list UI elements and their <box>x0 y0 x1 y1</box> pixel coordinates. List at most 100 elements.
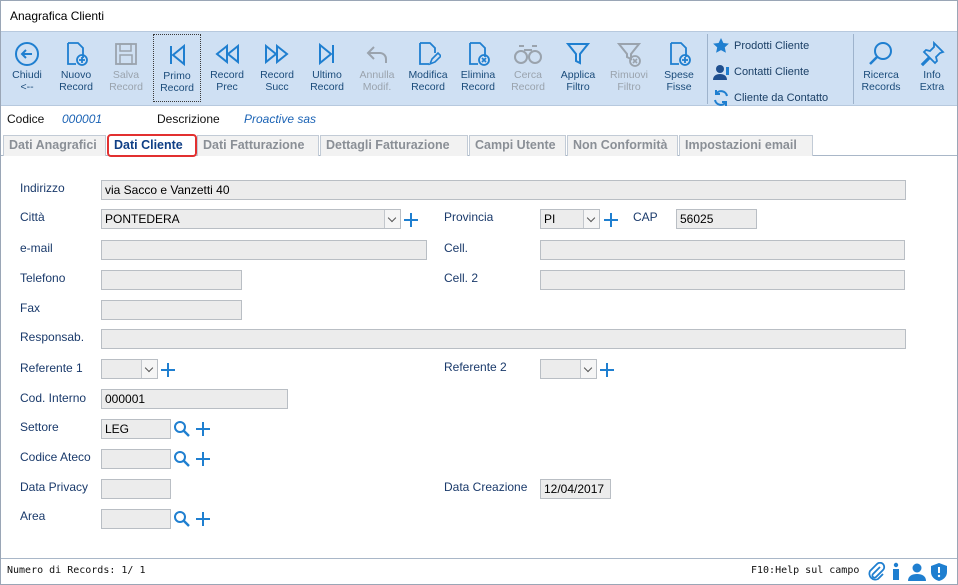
add-citta-plus-icon[interactable] <box>404 213 418 227</box>
title-bar: Anagrafica Clienti <box>1 1 957 31</box>
referente1-label: Referente 1 <box>20 361 83 375</box>
add-codice-ateco-plus-icon[interactable] <box>196 452 210 466</box>
delete-document-icon <box>469 42 490 66</box>
tab-strip: Dati Anagrafici Dati Cliente Dati Fattur… <box>1 132 957 157</box>
first-record-button[interactable]: Primo Record <box>153 34 201 102</box>
search-record-button[interactable]: Cerca Record <box>504 34 552 102</box>
referente1-select[interactable] <box>101 359 158 379</box>
shield-icon[interactable] <box>930 562 948 582</box>
telefono-field[interactable] <box>101 270 242 290</box>
cod-interno-label: Cod. Interno <box>20 391 87 405</box>
last-record-button[interactable]: Ultimo Record <box>303 34 351 102</box>
referente2-select[interactable] <box>540 359 597 379</box>
cell-field[interactable] <box>540 240 905 260</box>
help-hint: F10:Help sul campo <box>751 565 860 576</box>
edit-record-button[interactable]: Modifica Record <box>404 34 452 102</box>
fax-field[interactable] <box>101 300 242 320</box>
settore-search-icon[interactable] <box>173 420 191 438</box>
toolbar-separator <box>853 34 854 104</box>
filter-icon <box>565 43 591 65</box>
search-icon <box>869 42 892 65</box>
add-area-plus-icon[interactable] <box>196 512 210 526</box>
edit-document-icon <box>419 42 441 66</box>
window-title: Anagrafica Clienti <box>10 9 105 23</box>
binoculars-icon <box>514 45 542 64</box>
customer-from-contact-link[interactable]: Cliente da Contatto <box>712 86 828 110</box>
citta-label: Città <box>20 210 45 224</box>
chevron-down-icon[interactable] <box>384 210 400 228</box>
delete-record-button[interactable]: Elimina Record <box>454 34 502 102</box>
data-creazione-label: Data Creazione <box>444 480 528 494</box>
customer-contacts-link[interactable]: Contatti Cliente <box>712 60 809 84</box>
user-icon[interactable] <box>907 562 927 582</box>
refresh-icon <box>714 90 728 106</box>
save-icon <box>115 43 137 65</box>
indirizzo-field[interactable]: via Sacco e Vanzetti 40 <box>101 180 906 200</box>
undo-icon <box>366 46 387 63</box>
new-document-icon <box>67 42 88 66</box>
codice-ateco-search-icon[interactable] <box>173 450 191 468</box>
tab-campi-utente[interactable]: Campi Utente <box>469 135 566 156</box>
add-referente2-plus-icon[interactable] <box>600 363 614 377</box>
info-extra-button[interactable]: Info Extra <box>908 34 956 102</box>
tab-impostazioni-email[interactable]: Impostazioni email <box>679 135 813 156</box>
indirizzo-label: Indirizzo <box>20 181 65 195</box>
close-button[interactable]: Chiudi <-- <box>3 34 51 102</box>
cap-field[interactable]: 56025 <box>676 209 757 229</box>
area-field[interactable] <box>101 509 171 529</box>
apply-filter-button[interactable]: Applica Filtro <box>554 34 602 102</box>
tab-dati-fatturazione[interactable]: Dati Fatturazione <box>197 135 319 156</box>
email-field[interactable] <box>101 240 427 260</box>
data-privacy-field[interactable] <box>101 479 171 499</box>
provincia-select[interactable]: PI <box>540 209 600 229</box>
tab-non-conformita[interactable]: Non Conformità <box>567 135 678 156</box>
fax-label: Fax <box>20 301 41 315</box>
pin-icon <box>920 41 945 67</box>
descrizione-label: Descrizione <box>157 112 220 126</box>
tab-dati-cliente[interactable]: Dati Cliente <box>107 134 197 157</box>
new-record-button[interactable]: Nuovo Record <box>52 34 100 102</box>
form-panel: Indirizzo via Sacco e Vanzetti 40 Città … <box>1 157 957 557</box>
record-header: Codice 000001 Descrizione Proactive sas <box>1 108 957 130</box>
cell-label: Cell. <box>444 241 469 255</box>
close-back-icon <box>15 42 39 66</box>
customer-products-link[interactable]: Prodotti Cliente <box>712 34 809 58</box>
citta-select[interactable]: PONTEDERA <box>101 209 401 229</box>
tab-dettagli-fatturazione[interactable]: Dettagli Fatturazione <box>320 135 468 156</box>
contacts-icon <box>713 65 729 80</box>
data-privacy-label: Data Privacy <box>20 480 89 494</box>
chevron-down-icon[interactable] <box>141 360 157 378</box>
cell2-field[interactable] <box>540 270 905 290</box>
responsabile-field[interactable] <box>101 329 906 349</box>
attachment-icon[interactable] <box>867 562 887 582</box>
save-record-button[interactable]: Salva Record <box>102 34 150 102</box>
undo-button[interactable]: Annulla Modif. <box>353 34 401 102</box>
chevron-down-icon[interactable] <box>580 360 596 378</box>
add-settore-plus-icon[interactable] <box>196 422 210 436</box>
add-provincia-plus-icon[interactable] <box>604 213 618 227</box>
search-records-button[interactable]: Ricerca Records <box>857 34 905 102</box>
settore-field[interactable]: LEG <box>101 419 171 439</box>
data-creazione-field[interactable]: 12/04/2017 <box>540 479 611 499</box>
last-record-icon <box>319 42 334 66</box>
codice-ateco-label: Codice Ateco <box>20 450 91 464</box>
status-bar: Numero di Records: 1/ 1 F10:Help sul cam… <box>1 558 957 584</box>
cap-label: CAP <box>633 210 658 224</box>
codice-ateco-field[interactable] <box>101 449 171 469</box>
info-icon[interactable] <box>889 562 903 582</box>
remove-filter-icon <box>616 43 642 67</box>
records-count: Numero di Records: 1/ 1 <box>7 565 146 576</box>
email-label: e-mail <box>20 241 53 255</box>
settore-label: Settore <box>20 420 59 434</box>
chevron-down-icon[interactable] <box>583 210 599 228</box>
remove-filter-button[interactable]: Rimuovi Filtro <box>605 34 653 102</box>
add-referente1-plus-icon[interactable] <box>161 363 175 377</box>
previous-record-button[interactable]: Record Prec <box>203 34 251 102</box>
fixed-expenses-button[interactable]: Spese Fisse <box>655 34 703 102</box>
tab-dati-anagrafici[interactable]: Dati Anagrafici <box>3 135 106 156</box>
area-search-icon[interactable] <box>173 510 191 528</box>
cod-interno-field[interactable]: 000001 <box>101 389 288 409</box>
codice-value: 000001 <box>62 112 103 126</box>
next-record-button[interactable]: Record Succ <box>253 34 301 102</box>
toolbar: Chiudi <-- Nuovo Record Salva Record Pri… <box>1 31 957 106</box>
